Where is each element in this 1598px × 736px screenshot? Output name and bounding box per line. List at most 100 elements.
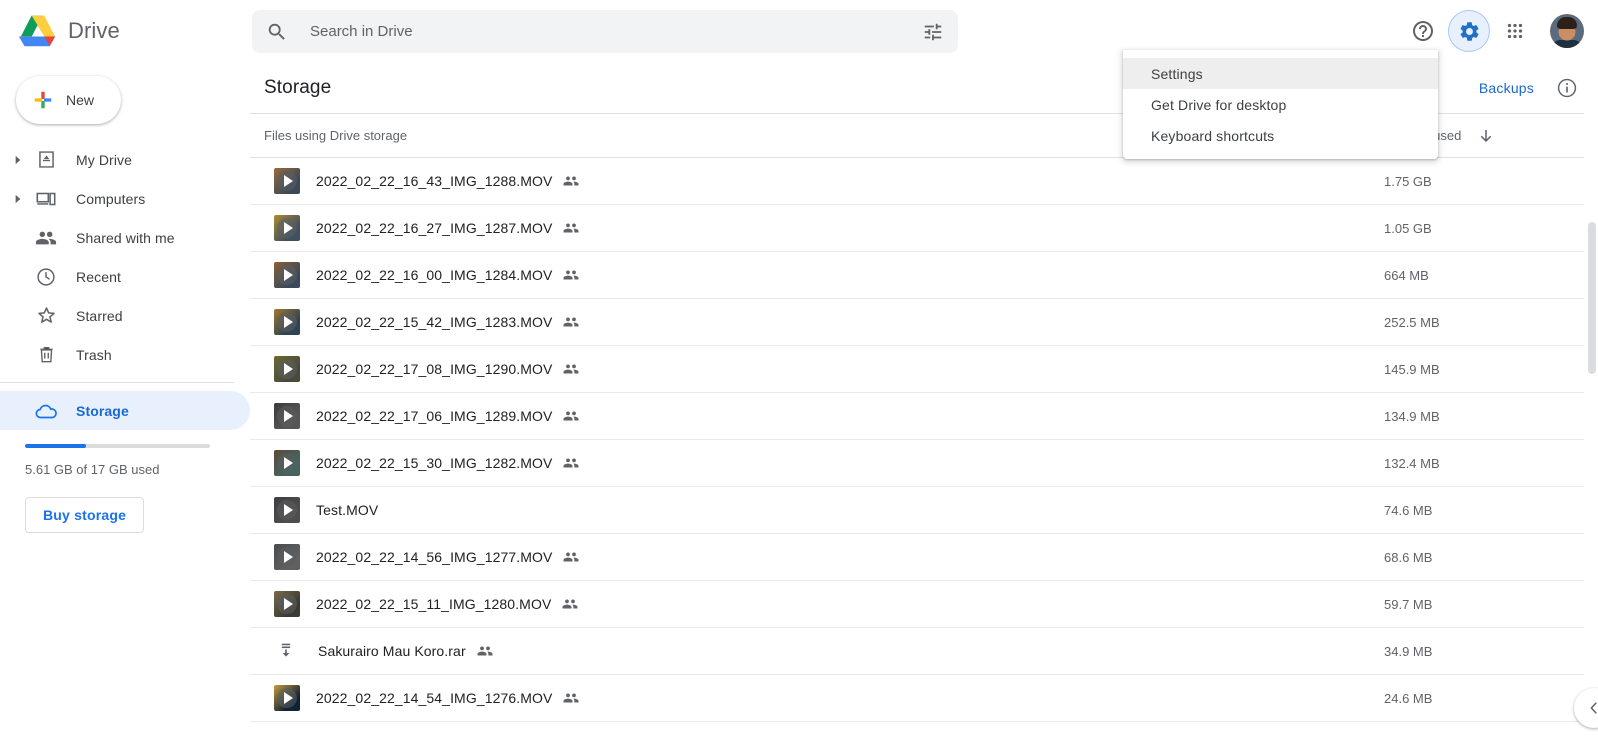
search-bar[interactable]	[252, 10, 958, 53]
file-size: 59.7 MB	[1384, 596, 1433, 612]
sidebar-item-label: My Drive	[76, 151, 133, 168]
sidebar-item-my-drive[interactable]: My Drive	[0, 140, 250, 179]
file-size: 664 MB	[1384, 267, 1429, 283]
table-row[interactable]: 2022_02_22_14_54_IMG_1276.MOV 24.6 MB	[250, 675, 1584, 722]
shared-people-icon	[562, 548, 580, 566]
cloud-icon	[34, 399, 58, 423]
trash-icon	[34, 343, 58, 367]
table-row[interactable]: 2022_02_22_15_11_IMG_1280.MOV 59.7 MB	[250, 581, 1584, 628]
table-row[interactable]: 2022_02_22_17_08_IMG_1290.MOV 145.9 MB	[250, 346, 1584, 393]
chevron-left-icon	[1590, 702, 1597, 714]
shared-people-icon	[476, 642, 494, 660]
sidebar-item-trash[interactable]: Trash	[0, 335, 250, 374]
apps-grid-icon[interactable]	[1494, 10, 1536, 52]
settings-menu[interactable]: Settings Get Drive for desktop Keyboard sh…	[1123, 50, 1438, 159]
video-thumbnail-icon	[274, 450, 300, 476]
file-name: 2022_02_22_16_00_IMG_1284.MOV	[316, 267, 553, 283]
video-thumbnail-icon	[274, 497, 300, 523]
brand-name: Drive	[68, 18, 120, 43]
avatar-hair	[1557, 16, 1577, 29]
video-thumbnail-icon	[274, 685, 300, 711]
video-thumbnail-icon	[274, 262, 300, 288]
drive-logo-icon	[18, 13, 58, 49]
file-list[interactable]: 2022_02_22_16_43_IMG_1288.MOV 1.75 GB 2022…	[250, 158, 1584, 736]
video-thumbnail-icon	[274, 309, 300, 335]
file-name: 2022_02_22_17_08_IMG_1290.MOV	[316, 361, 553, 377]
storage-progress-track	[25, 444, 210, 448]
file-size: 134.9 MB	[1384, 408, 1440, 424]
chevron-right-icon[interactable]	[6, 153, 30, 167]
sidebar-item-label: Shared with me	[76, 229, 175, 246]
avatar-body	[1552, 40, 1582, 48]
backups-link[interactable]: Backups	[1479, 80, 1534, 96]
table-row[interactable]: Sakurairo Mau Koro.rar 34.9 MB	[250, 628, 1584, 675]
table-row[interactable]: Test.MOV 74.6 MB	[250, 487, 1584, 534]
gear-icon[interactable]	[1448, 10, 1490, 52]
file-name: 2022_02_22_15_42_IMG_1283.MOV	[316, 314, 553, 330]
video-thumbnail-icon	[274, 403, 300, 429]
storage-used-text: 5.61 GB of 17 GB used	[25, 462, 160, 477]
new-button-label: New	[66, 92, 95, 108]
menu-item-settings[interactable]: Settings	[1123, 58, 1438, 89]
file-name: 2022_02_22_15_30_IMG_1282.MOV	[316, 455, 553, 471]
file-size: 68.6 MB	[1384, 549, 1433, 565]
file-size: 1.75 GB	[1384, 173, 1432, 189]
sidebar-item-shared-with-me[interactable]: Shared with me	[0, 218, 250, 257]
brand[interactable]: Drive	[0, 13, 250, 49]
shared-with-me-icon	[34, 226, 58, 250]
file-size: 132.4 MB	[1384, 455, 1440, 471]
avatar[interactable]	[1550, 14, 1584, 48]
scrollbar-thumb[interactable]	[1588, 222, 1596, 374]
video-thumbnail-icon	[274, 168, 300, 194]
clock-icon	[34, 265, 58, 289]
shared-people-icon	[562, 313, 580, 331]
buy-storage-button[interactable]: Buy storage	[25, 497, 145, 533]
table-row[interactable]: 2022_02_22_16_43_IMG_1288.MOV 1.75 GB	[250, 158, 1584, 205]
file-size: 252.5 MB	[1384, 314, 1440, 330]
shared-people-icon	[562, 172, 580, 190]
help-circle-icon[interactable]	[1402, 10, 1444, 52]
sidebar-item-recent[interactable]: Recent	[0, 257, 250, 296]
table-row[interactable]: 2022_02_22_16_27_IMG_1287.MOV 1.05 GB	[250, 205, 1584, 252]
file-size: 34.9 MB	[1384, 643, 1433, 659]
file-size: 24.6 MB	[1384, 690, 1433, 706]
shared-people-icon	[562, 360, 580, 378]
sidebar-item-storage[interactable]: Storage	[0, 391, 250, 430]
shared-people-icon	[562, 219, 580, 237]
search-input[interactable]	[310, 23, 922, 40]
tune-icon[interactable]	[922, 21, 944, 43]
info-circle-icon[interactable]	[1556, 77, 1578, 99]
table-row[interactable]: 2022_02_22_15_30_IMG_1282.MOV 132.4 MB	[250, 440, 1584, 487]
file-name: 2022_02_22_15_11_IMG_1280.MOV	[316, 596, 552, 612]
new-button[interactable]: New	[16, 76, 121, 124]
sidebar-item-label: Starred	[76, 307, 123, 324]
sidebar-item-label: Storage	[76, 402, 129, 419]
shared-people-icon	[562, 689, 580, 707]
file-size: 1.05 GB	[1384, 220, 1432, 236]
sidebar-item-label: Trash	[76, 346, 112, 363]
shared-people-icon	[561, 595, 579, 613]
chevron-right-icon[interactable]	[6, 192, 30, 206]
shared-people-icon	[562, 407, 580, 425]
scrollbar-track[interactable]	[1586, 106, 1598, 736]
menu-item-get-drive-for-desktop[interactable]: Get Drive for desktop	[1123, 89, 1438, 120]
storage-meter: 5.61 GB of 17 GB used Buy storage	[25, 444, 250, 533]
table-row[interactable]: 2022_02_22_17_06_IMG_1289.MOV 134.9 MB	[250, 393, 1584, 440]
sidebar-item-starred[interactable]: Starred	[0, 296, 250, 335]
sidebar-item-computers[interactable]: Computers	[0, 179, 250, 218]
table-row[interactable]: 2022_02_22_14_56_IMG_1277.MOV 68.6 MB	[250, 534, 1584, 581]
file-size: 145.9 MB	[1384, 361, 1440, 377]
menu-item-keyboard-shortcuts[interactable]: Keyboard shortcuts	[1123, 120, 1438, 151]
sidebar-item-label: Recent	[76, 268, 121, 285]
sidebar-item-label: Computers	[76, 190, 146, 207]
shared-people-icon	[562, 454, 580, 472]
plus-icon	[32, 89, 54, 111]
file-name: 2022_02_22_16_27_IMG_1287.MOV	[316, 220, 553, 236]
video-thumbnail-icon	[274, 215, 300, 241]
table-row[interactable]: 2022_02_22_16_00_IMG_1284.MOV 664 MB	[250, 252, 1584, 299]
storage-progress-fill	[25, 444, 87, 448]
file-name: Test.MOV	[316, 502, 379, 518]
table-row[interactable]: 2022_02_22_15_42_IMG_1283.MOV 252.5 MB	[250, 299, 1584, 346]
video-thumbnail-icon	[274, 356, 300, 382]
file-name: 2022_02_22_14_56_IMG_1277.MOV	[316, 549, 553, 565]
